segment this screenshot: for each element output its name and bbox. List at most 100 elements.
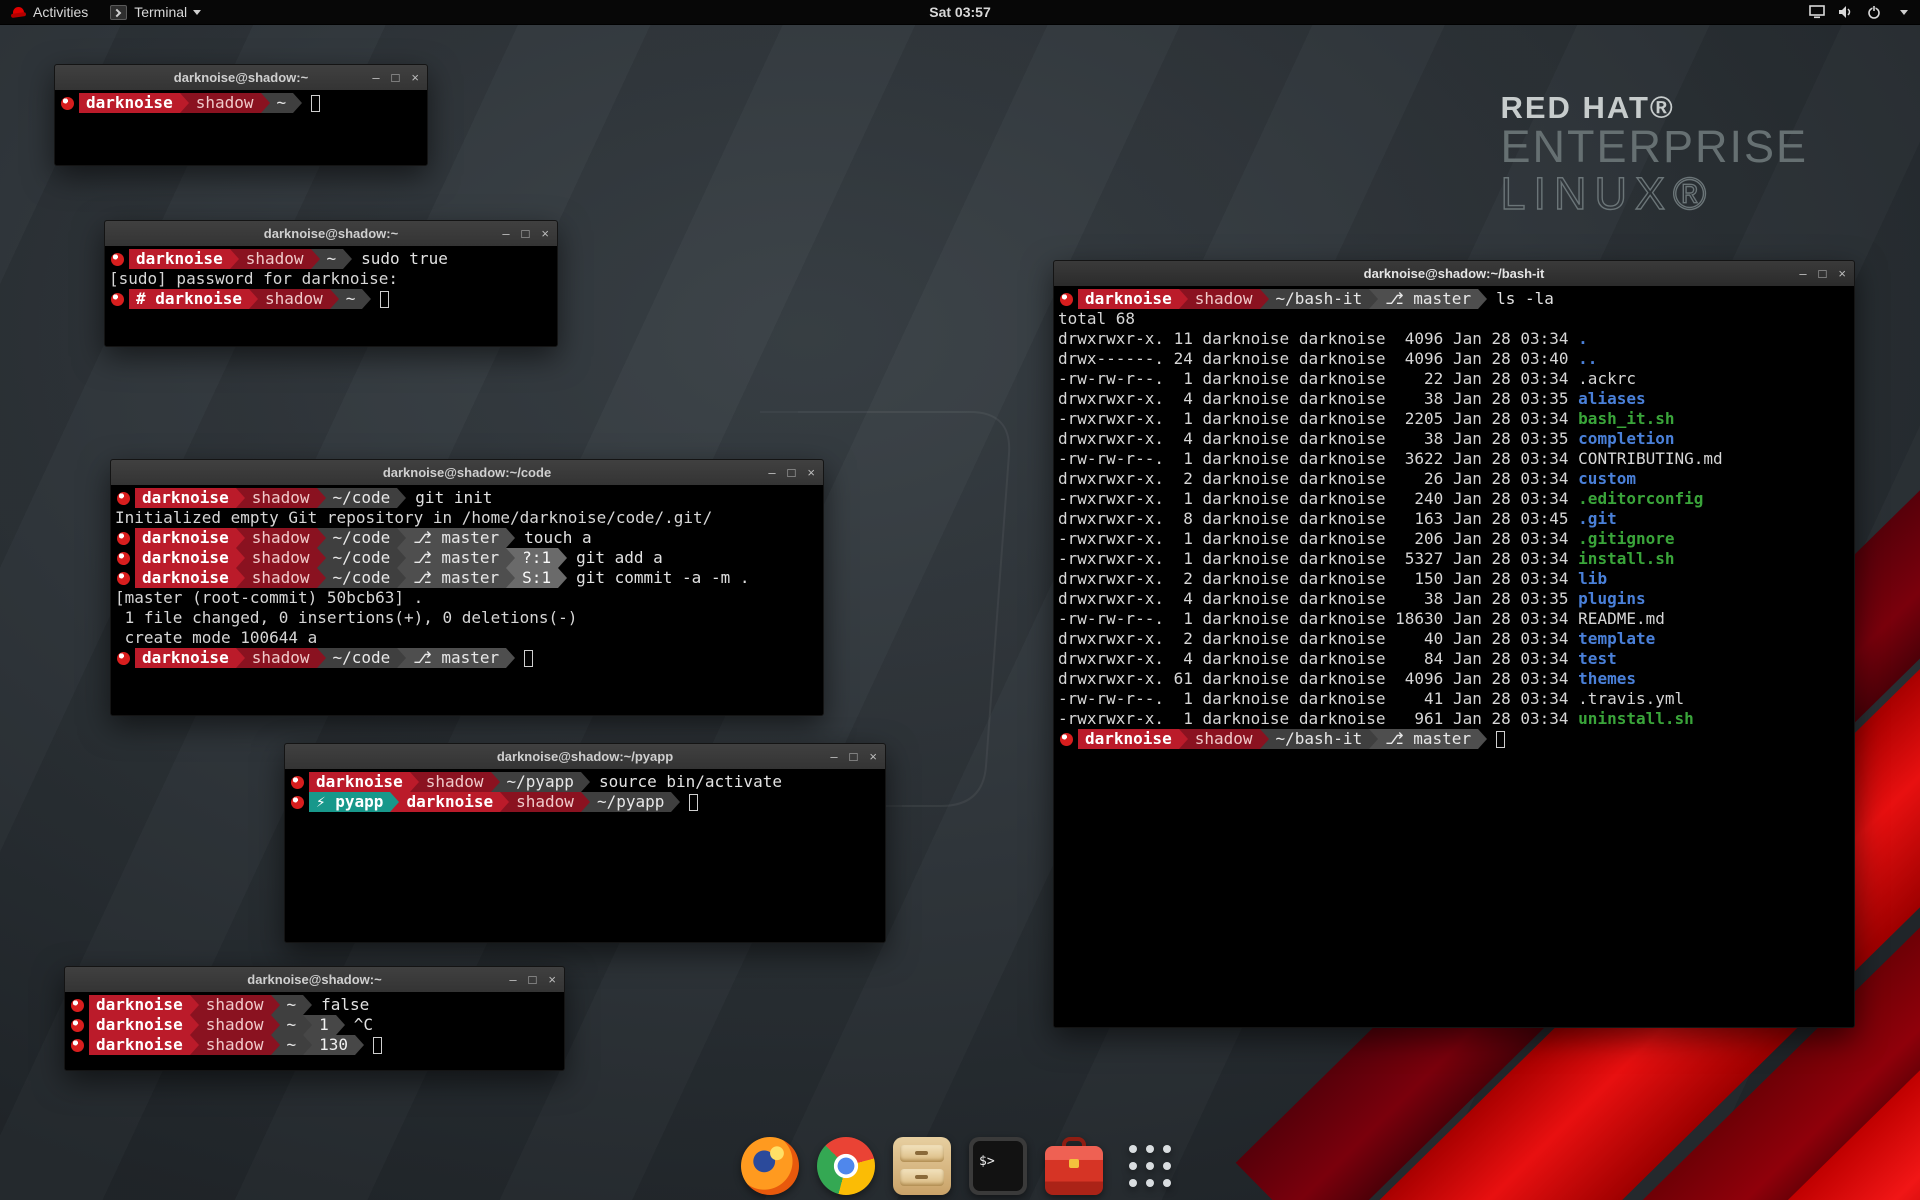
window-maximize-button[interactable]: □ [788, 466, 796, 479]
powerline-separator-icon [317, 528, 326, 548]
powerline-separator-icon [397, 648, 406, 668]
powerline-separator-icon [410, 772, 419, 792]
terminal-content[interactable]: darknoiseshadow~sudo true[sudo] password… [105, 246, 557, 346]
window-title: darknoise@shadow:~ [174, 70, 308, 85]
terminal-dock-icon[interactable]: $> [969, 1137, 1027, 1195]
window-maximize-button[interactable]: □ [529, 973, 537, 986]
terminal-prompt-line: darknoiseshadow~/bash-it⎇ masterls -la [1058, 289, 1850, 309]
window-close-button[interactable]: × [807, 466, 815, 479]
window-controls: –□ × [509, 967, 556, 992]
window-titlebar[interactable]: darknoise@shadow:~/code–□× [111, 460, 823, 486]
prompt-segment-user: darknoise [135, 528, 236, 548]
window-minimize-button[interactable]: – [502, 227, 509, 240]
ls-entry-prefix: -rw-rw-r--. 1 darknoise darknoise 22 Jan… [1058, 369, 1578, 388]
 [230, 249, 239, 269]
output-text: total 68 [1058, 309, 1135, 328]
redhat-prompt-icon [1060, 733, 1073, 746]
powerline-separator-icon [1179, 729, 1188, 749]
app-menu-button[interactable]: Terminal [99, 0, 212, 24]
ls-entry-name: README.md [1578, 609, 1665, 628]
terminal-window: darknoise@shadow:~/bash-it–□×darknoisesh… [1053, 260, 1855, 1028]
window-close-button[interactable]: × [869, 750, 877, 763]
activities-button[interactable]: Activities [0, 0, 99, 24]
prompt-segment-path: ~/code [326, 548, 398, 568]
window-close-button[interactable]: × [548, 973, 556, 986]
chrome-icon[interactable] [817, 1137, 875, 1195]
desktop: RED HAT® ENTERPRISE LINUX® darknoise@sha… [0, 0, 1920, 1200]
window-minimize-button[interactable]: – [830, 750, 837, 763]
prompt-segment-host: shadow [189, 93, 261, 113]
window-titlebar[interactable]: darknoise@shadow:~/bash-it–□× [1054, 261, 1854, 287]
powerline-separator-icon [1369, 289, 1378, 309]
window-titlebar[interactable]: darknoise@shadow:~–□× [105, 221, 557, 247]
prompt-segment-git: ⎇ master [1378, 729, 1478, 749]
window-maximize-button[interactable]: □ [850, 750, 858, 763]
terminal-content[interactable]: darknoiseshadow~/pyappsource bin/activat… [285, 769, 885, 942]
system-menu[interactable] [1797, 0, 1920, 24]
terminal-content[interactable]: darknoiseshadow~/codegit initInitialized… [111, 485, 823, 715]
ls-entry-prefix: -rwxrwxr-x. 1 darknoise darknoise 206 Ja… [1058, 529, 1578, 548]
window-titlebar[interactable]: darknoise@shadow:~ –□ × [55, 65, 427, 91]
prompt-segment-git: ⎇ master [1378, 289, 1478, 309]
window-close-button[interactable]: × [411, 71, 419, 84]
prompt-segment-path: ~ [339, 289, 363, 309]
window-close-button[interactable]: × [1838, 267, 1846, 280]
clock-button[interactable]: Sat 03:57 [929, 4, 990, 20]
window-minimize-button[interactable]: – [372, 71, 379, 84]
prompt-segment-path: ~ [280, 995, 304, 1015]
toolbox-icon[interactable] [1045, 1137, 1103, 1195]
ls-entry-row: drwxrwxr-x. 61 darknoise darknoise 4096 … [1058, 669, 1850, 689]
powerline-separator-icon [293, 93, 302, 113]
redhat-prompt-icon [111, 253, 124, 266]
files-icon[interactable] [893, 1137, 951, 1195]
ls-entry-row: drwxrwxr-x. 4 darknoise darknoise 38 Jan… [1058, 429, 1850, 449]
window-minimize-button[interactable]: – [1799, 267, 1806, 280]
window-minimize-button[interactable]: – [768, 466, 775, 479]
prompt-segment-user: darknoise [135, 488, 236, 508]
terminal-content[interactable]: darknoiseshadow~falsedarknoiseshadow~1^C… [65, 992, 564, 1070]
 [336, 1015, 345, 1035]
terminal-prompt-line: darknoiseshadow~/code⎇ mastertouch a [115, 528, 819, 548]
 [190, 1015, 199, 1035]
prompt-segment-host: shadow [1188, 729, 1260, 749]
 [261, 93, 270, 113]
window-titlebar[interactable]: darknoise@shadow:~/pyapp–□× [285, 744, 885, 770]
 [190, 995, 199, 1015]
prompt-segment-user: # darknoise [129, 289, 249, 309]
 [236, 548, 245, 568]
ls-entry-prefix: drwx------. 24 darknoise darknoise 4096 … [1058, 349, 1578, 368]
 [390, 792, 399, 812]
 [1478, 289, 1487, 309]
powerline-separator-icon [230, 249, 239, 269]
window-minimize-button[interactable]: – [509, 973, 516, 986]
terminal-content[interactable]: darknoiseshadow~/bash-it⎇ masterls -lato… [1054, 286, 1854, 1027]
 [236, 528, 245, 548]
window-close-button[interactable]: × [541, 227, 549, 240]
ls-entry-prefix: drwxrwxr-x. 2 darknoise darknoise 150 Ja… [1058, 569, 1578, 588]
app-grid-icon[interactable] [1121, 1137, 1179, 1195]
terminal-prompt-line: darknoiseshadow~1^C [69, 1015, 560, 1035]
terminal-window: darknoise@shadow:~–□×darknoiseshadow~fal… [64, 966, 565, 1071]
prompt-segment-path: ~/code [326, 528, 398, 548]
window-titlebar[interactable]: darknoise@shadow:~–□× [65, 967, 564, 993]
window-maximize-button[interactable]: □ [392, 71, 400, 84]
output-text: create mode 100644 a [115, 628, 317, 647]
window-maximize-button[interactable]: □ [1819, 267, 1827, 280]
powerline-separator-icon [271, 995, 280, 1015]
ls-entry-name: themes [1578, 669, 1636, 688]
firefox-icon[interactable] [741, 1137, 799, 1195]
prompt-segment-path: ~ [280, 1035, 304, 1055]
terminal-output-line: Initialized empty Git repository in /hom… [115, 508, 819, 528]
prompt-segment-user: darknoise [135, 648, 236, 668]
prompt-segment-git: ⎇ master [406, 528, 506, 548]
ls-entry-name: install.sh [1578, 549, 1674, 568]
ls-entry-row: drwxrwxr-x. 2 darknoise darknoise 26 Jan… [1058, 469, 1850, 489]
powerline-separator-icon [491, 772, 500, 792]
brand-enterprise: ENTERPRISE [1500, 124, 1808, 171]
window-maximize-button[interactable]: □ [522, 227, 530, 240]
terminal-output-line: [sudo] password for darknoise: [109, 269, 553, 289]
prompt-segment-host: shadow [419, 772, 491, 792]
powerline-separator-icon [558, 548, 567, 568]
terminal-content[interactable]: darknoiseshadow~ [55, 90, 427, 165]
powerline-separator-icon [303, 1035, 312, 1055]
